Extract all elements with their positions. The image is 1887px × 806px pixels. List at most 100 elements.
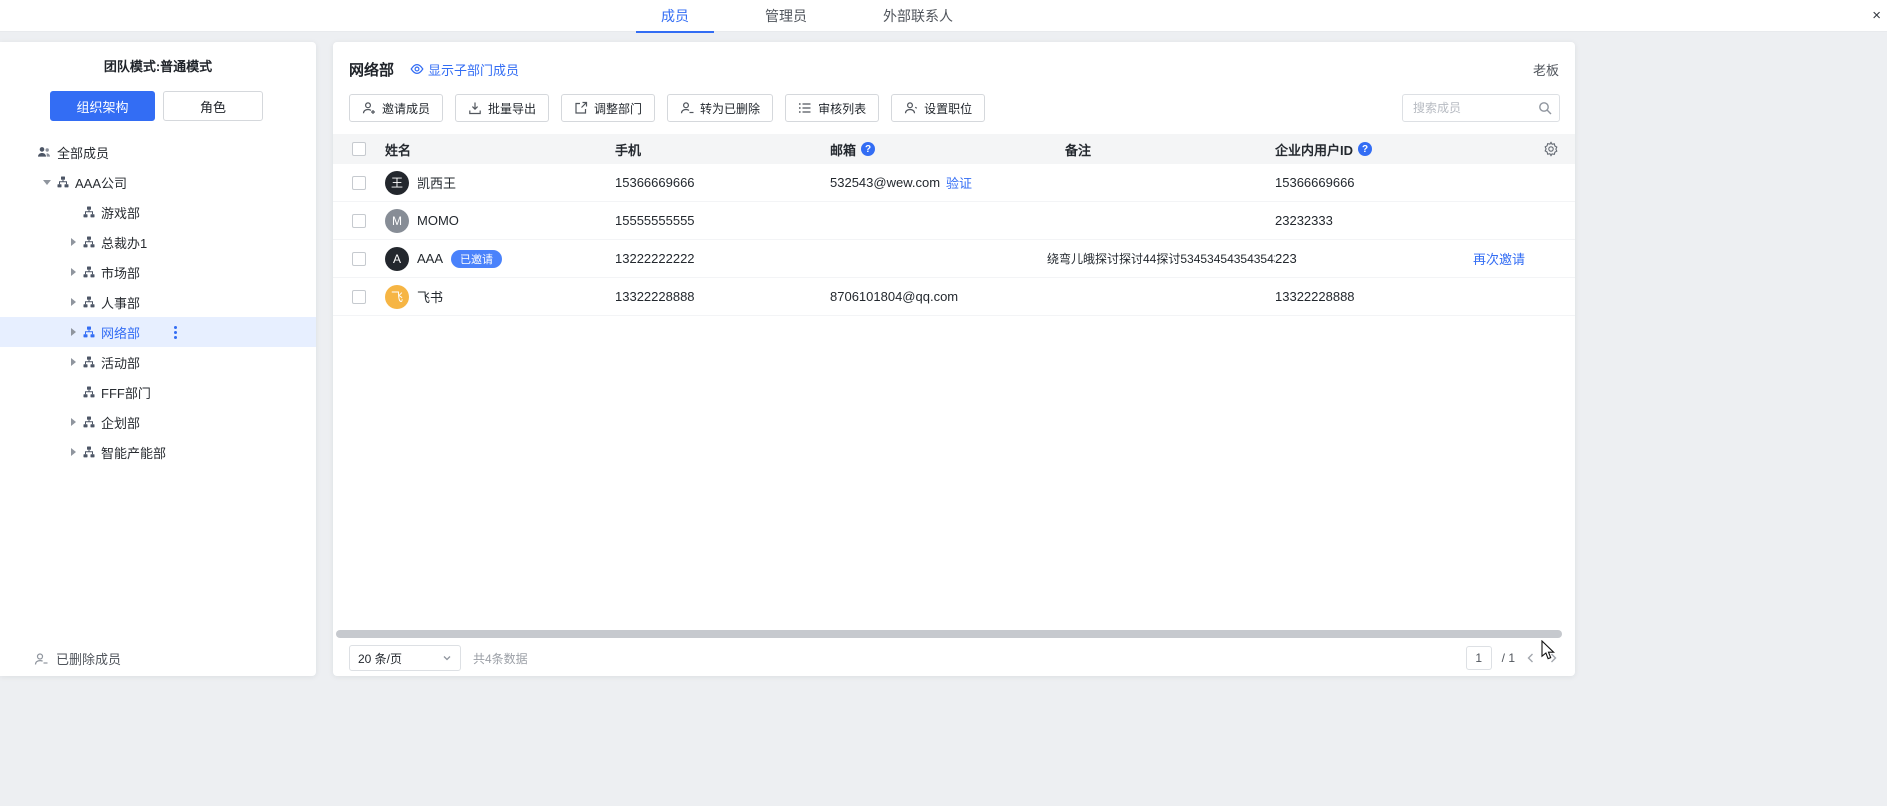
help-icon[interactable]: ?: [1358, 142, 1372, 156]
search-input[interactable]: [1402, 94, 1560, 122]
more-vertical-icon[interactable]: [170, 322, 181, 343]
member-phone: 15555555555: [615, 213, 830, 228]
chevron-right-icon[interactable]: [66, 268, 80, 276]
avatar: M: [385, 209, 409, 233]
org-node-icon: [83, 266, 95, 278]
reinvite-link[interactable]: 再次邀请: [1473, 252, 1525, 267]
member-phone: 13222222222: [615, 251, 830, 266]
tree-item-dept[interactable]: 人事部: [0, 287, 316, 317]
tree-item-label: AAA公司: [75, 173, 127, 192]
chevron-down-icon[interactable]: [40, 180, 54, 185]
col-header-email: 邮箱: [830, 140, 856, 159]
verify-email-link[interactable]: 验证: [946, 173, 972, 192]
tree-item-dept[interactable]: 企划部: [0, 407, 316, 437]
avatar: 飞: [385, 285, 409, 309]
pagination-bar: 20 条/页 共4条数据 1 / 1: [333, 640, 1575, 676]
chevron-right-icon[interactable]: [66, 448, 80, 456]
table-row: 王 凯西王 15366669666 532543@wew.com 验证 1536…: [333, 164, 1575, 202]
show-sub-dept-link[interactable]: 显示子部门成员: [410, 60, 519, 79]
members-icon: [37, 145, 51, 159]
page-number-input[interactable]: 1: [1466, 646, 1492, 670]
chevron-right-icon[interactable]: [66, 358, 80, 366]
member-name-cell: 王 凯西王: [385, 171, 615, 195]
tree-item-all-members[interactable]: 全部成员: [0, 137, 316, 167]
tab-external-contacts[interactable]: 外部联系人: [858, 0, 978, 32]
table-header: 姓名 手机 邮箱 ? 备注 企业内用户ID ?: [333, 134, 1575, 164]
move-to-deleted-label: 转为已删除: [700, 100, 760, 117]
review-list-button[interactable]: 审核列表: [785, 94, 879, 122]
role-button[interactable]: 角色: [163, 91, 263, 121]
page-controls: 1 / 1: [1466, 646, 1559, 670]
panel-header: 网络部 显示子部门成员 老板: [333, 42, 1575, 86]
tree-item-dept[interactable]: 活动部: [0, 347, 316, 377]
top-tab-bar: 成员 管理员 外部联系人 ×: [0, 0, 1887, 32]
org-structure-button[interactable]: 组织架构: [50, 91, 155, 121]
row-checkbox[interactable]: [352, 252, 366, 266]
search-icon[interactable]: [1538, 101, 1552, 115]
batch-export-label: 批量导出: [488, 100, 536, 117]
batch-export-button[interactable]: 批量导出: [455, 94, 549, 122]
set-position-button[interactable]: 设置职位: [891, 94, 985, 122]
member-name-cell: A AAA 已邀请: [385, 247, 615, 271]
tab-group: 成员 管理员 外部联系人: [636, 0, 978, 32]
chevron-right-icon[interactable]: [66, 328, 80, 336]
export-icon: [468, 101, 482, 115]
table-row: A AAA 已邀请 13222222222 绕弯儿皒探讨探讨44探讨534534…: [333, 240, 1575, 278]
row-checkbox[interactable]: [352, 290, 366, 304]
chevron-right-icon[interactable]: [66, 418, 80, 426]
member-user-id: 23232333: [1275, 213, 1473, 228]
invite-member-button[interactable]: 邀请成员: [349, 94, 443, 122]
tree-item-label: 网络部: [101, 323, 140, 342]
tree-item-company[interactable]: AAA公司: [0, 167, 316, 197]
gear-icon[interactable]: [1473, 141, 1575, 157]
adjust-department-label: 调整部门: [594, 100, 642, 117]
org-node-icon: [83, 416, 95, 428]
move-to-deleted-button[interactable]: 转为已删除: [667, 94, 773, 122]
tree-item-label: 总裁办1: [101, 233, 147, 252]
tree-item-dept[interactable]: 总裁办1: [0, 227, 316, 257]
set-position-label: 设置职位: [924, 100, 972, 117]
tree-item-label: FFF部门: [101, 383, 151, 402]
tab-members[interactable]: 成员: [636, 0, 714, 32]
tree-item-dept[interactable]: 智能产能部: [0, 437, 316, 467]
org-node-icon: [83, 356, 95, 368]
tree-item-dept[interactable]: 市场部: [0, 257, 316, 287]
row-checkbox[interactable]: [352, 214, 366, 228]
select-all-checkbox[interactable]: [352, 142, 366, 156]
tree-item-dept[interactable]: 游戏部: [0, 197, 316, 227]
help-icon[interactable]: ?: [861, 142, 875, 156]
org-node-icon: [83, 446, 95, 458]
adjust-department-button[interactable]: 调整部门: [561, 94, 655, 122]
close-icon[interactable]: ×: [1868, 6, 1885, 25]
chevron-right-icon[interactable]: [1547, 652, 1559, 664]
col-header-user-id: 企业内用户ID: [1275, 140, 1353, 159]
chevron-right-icon[interactable]: [66, 238, 80, 246]
total-count-label: 共4条数据: [473, 650, 528, 667]
chevron-left-icon[interactable]: [1525, 652, 1537, 664]
review-list-label: 审核列表: [818, 100, 866, 117]
department-title: 网络部: [349, 59, 394, 80]
member-user-id: 223: [1275, 251, 1473, 266]
tree-item-label: 全部成员: [57, 143, 109, 162]
tab-admins[interactable]: 管理员: [740, 0, 832, 32]
member-name-cell: M MOMO: [385, 209, 615, 233]
member-user-id: 15366669666: [1275, 175, 1473, 190]
team-mode-title: 团队模式:普通模式: [0, 42, 316, 75]
adjust-dept-icon: [574, 101, 588, 115]
member-name: AAA: [417, 251, 443, 266]
org-node-icon: [83, 206, 95, 218]
show-sub-dept-label: 显示子部门成员: [428, 60, 519, 79]
horizontal-scrollbar[interactable]: [336, 630, 1562, 638]
row-checkbox[interactable]: [352, 176, 366, 190]
chevron-right-icon[interactable]: [66, 298, 80, 306]
tab-external-contacts-label: 外部联系人: [883, 6, 953, 26]
page-size-select[interactable]: 20 条/页: [349, 645, 461, 671]
tree-item-dept-selected[interactable]: 网络部: [0, 317, 316, 347]
deleted-members-entry[interactable]: 已删除成员: [34, 649, 121, 668]
table-row: M MOMO 15555555555 23232333: [333, 202, 1575, 240]
tree-item-label: 市场部: [101, 263, 140, 282]
invite-member-label: 邀请成员: [382, 100, 430, 117]
member-phone: 15366669666: [615, 175, 830, 190]
tree-item-dept[interactable]: FFF部门: [0, 377, 316, 407]
owner-role-label: 老板: [1533, 60, 1559, 79]
